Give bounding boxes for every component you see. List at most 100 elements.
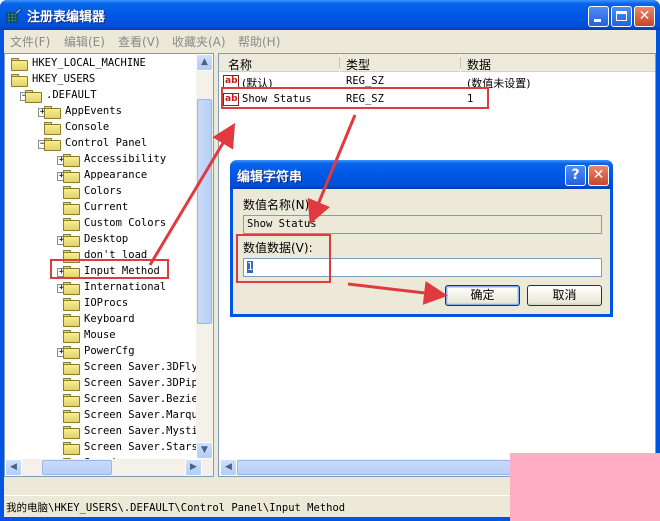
cancel-button[interactable]: 取消 (527, 285, 602, 306)
scroll-left-icon[interactable]: ◀ (220, 459, 237, 476)
tree-item-label: Screen Saver.Marqu (84, 409, 198, 421)
tree-item-label: HKEY_USERS (32, 73, 96, 85)
tree-item[interactable]: Keyboard (5, 312, 197, 328)
value-name-label: 数值名称(N): (243, 198, 314, 212)
menu-favorites[interactable]: 收藏夹(A) (172, 33, 226, 50)
close-icon: ✕ (638, 8, 651, 24)
tree-item-label: HKEY_LOCAL_MACHINE (32, 57, 146, 69)
scroll-left-icon[interactable]: ◀ (5, 459, 22, 476)
tree-item[interactable]: + Accessibility (5, 152, 197, 168)
value-type: REG_SZ (346, 75, 384, 87)
folder-icon (11, 58, 29, 71)
menu-file[interactable]: 文件(F) (10, 33, 50, 50)
tree-item-label: International (84, 281, 167, 293)
tree-item[interactable]: Mouse (5, 328, 197, 344)
tree-item[interactable]: −.DEFAULT (5, 88, 197, 104)
tree-item[interactable]: − Control Panel (5, 136, 197, 152)
folder-icon (63, 202, 81, 215)
folder-icon (63, 234, 81, 247)
tree-horizontal-scrollbar[interactable]: ◀ ▶ (5, 459, 213, 476)
folder-icon (63, 362, 81, 375)
tree-item[interactable]: Current (5, 200, 197, 216)
folder-icon (63, 186, 81, 199)
value-name-field: Show Status (243, 215, 602, 234)
tree-item-label: Screen Saver.Mysti (84, 425, 198, 437)
dialog-title: 编辑字符串 (237, 170, 303, 185)
help-button[interactable]: ? (565, 165, 586, 186)
tree-item-label: .DEFAULT (46, 89, 97, 101)
tree-item[interactable]: + Desktop (5, 232, 197, 248)
tree-vscroll-thumb[interactable] (197, 99, 212, 324)
folder-icon (63, 410, 81, 423)
tree-item[interactable]: IOProcs (5, 296, 197, 312)
tree-item[interactable]: + PowerCfg (5, 344, 197, 360)
tree-item[interactable]: Screen Saver.Bezie (5, 392, 198, 408)
scroll-down-icon[interactable]: ▼ (196, 442, 213, 459)
folder-icon (63, 426, 81, 439)
folder-icon (63, 314, 81, 327)
menu-view[interactable]: 查看(V) (118, 33, 160, 50)
close-button[interactable]: ✕ (634, 6, 655, 27)
column-header-data[interactable]: 数据 (461, 54, 655, 72)
folder-icon (63, 154, 81, 167)
folder-icon (11, 74, 29, 87)
minimize-icon (589, 7, 608, 26)
folder-icon (63, 298, 81, 311)
scroll-right-icon[interactable]: ▶ (185, 459, 202, 476)
tree-item-label: Colors (84, 185, 122, 197)
folder-icon (63, 170, 81, 183)
column-header-type[interactable]: 类型 (340, 54, 460, 72)
tree-item-label: AppEvents (65, 105, 122, 117)
tree-item-label: Console (65, 121, 110, 133)
tree-item[interactable]: + Appearance (5, 168, 197, 184)
tree-item-label: IOProcs (84, 297, 129, 309)
tree-item[interactable]: Console (5, 120, 197, 136)
tree-item-label: Screen Saver.Stars (84, 441, 198, 453)
tree-item-label: Current (84, 201, 129, 213)
tree-item[interactable]: Screen Saver.Stars (5, 440, 198, 456)
tree-item[interactable]: Screen Saver.3DPip (5, 376, 198, 392)
tree-item[interactable]: + International (5, 280, 197, 296)
maximize-icon (612, 7, 631, 26)
tree-item[interactable]: Custom Colors (5, 216, 197, 232)
folder-icon (63, 378, 81, 391)
tree-vertical-scrollbar[interactable]: ▲ ▼ (196, 54, 213, 459)
ok-button[interactable]: 确定 (445, 285, 520, 306)
watermark-overlay (510, 453, 660, 521)
menu-edit[interactable]: 编辑(E) (64, 33, 105, 50)
tree-item[interactable]: Colors (5, 184, 197, 200)
tree-item-label: Screen Saver.3DFly (84, 361, 198, 373)
dialog-title-bar[interactable]: 编辑字符串 ? ✕ (230, 160, 613, 189)
menu-help[interactable]: 帮助(H) (238, 33, 280, 50)
folder-icon (44, 106, 62, 119)
folder-icon (63, 218, 81, 231)
menu-bar: 文件(F) 编辑(E) 查看(V) 收藏夹(A) 帮助(H) (4, 30, 656, 51)
folder-icon (63, 394, 81, 407)
folder-icon (63, 442, 81, 455)
column-header-name[interactable]: 名称 (219, 54, 339, 72)
tree-item-label: Screen Saver.3DPip (84, 377, 198, 389)
minimize-button[interactable] (588, 6, 609, 27)
annotation-box-input-method (50, 259, 169, 279)
title-bar[interactable]: 注册表编辑器 ✕ (0, 0, 660, 30)
close-icon: ✕ (592, 167, 605, 183)
folder-icon (63, 330, 81, 343)
dialog-close-button[interactable]: ✕ (588, 165, 609, 186)
scroll-up-icon[interactable]: ▲ (196, 54, 213, 71)
tree-item[interactable]: Screen Saver.Mysti (5, 424, 198, 440)
tree-hscroll-thumb[interactable] (42, 460, 112, 475)
tree-item-label: Accessibility (84, 153, 167, 165)
tree-item[interactable]: Screen Saver.Marqu (5, 408, 198, 424)
regedit-app-icon (6, 7, 22, 23)
tree-item[interactable]: HKEY_USERS (5, 72, 197, 88)
tree-item-label: Desktop (84, 233, 129, 245)
tree-item-label: Control Panel (65, 137, 148, 149)
tree-item[interactable]: Screen Saver.3DFly (5, 360, 198, 376)
help-icon: ? (571, 167, 580, 183)
maximize-button[interactable] (611, 6, 632, 27)
annotation-box-value-data (236, 234, 331, 283)
annotation-box-show-status (221, 87, 489, 109)
tree-item[interactable]: + AppEvents (5, 104, 197, 120)
tree-item[interactable]: HKEY_LOCAL_MACHINE (5, 56, 197, 72)
folder-icon (44, 138, 62, 151)
